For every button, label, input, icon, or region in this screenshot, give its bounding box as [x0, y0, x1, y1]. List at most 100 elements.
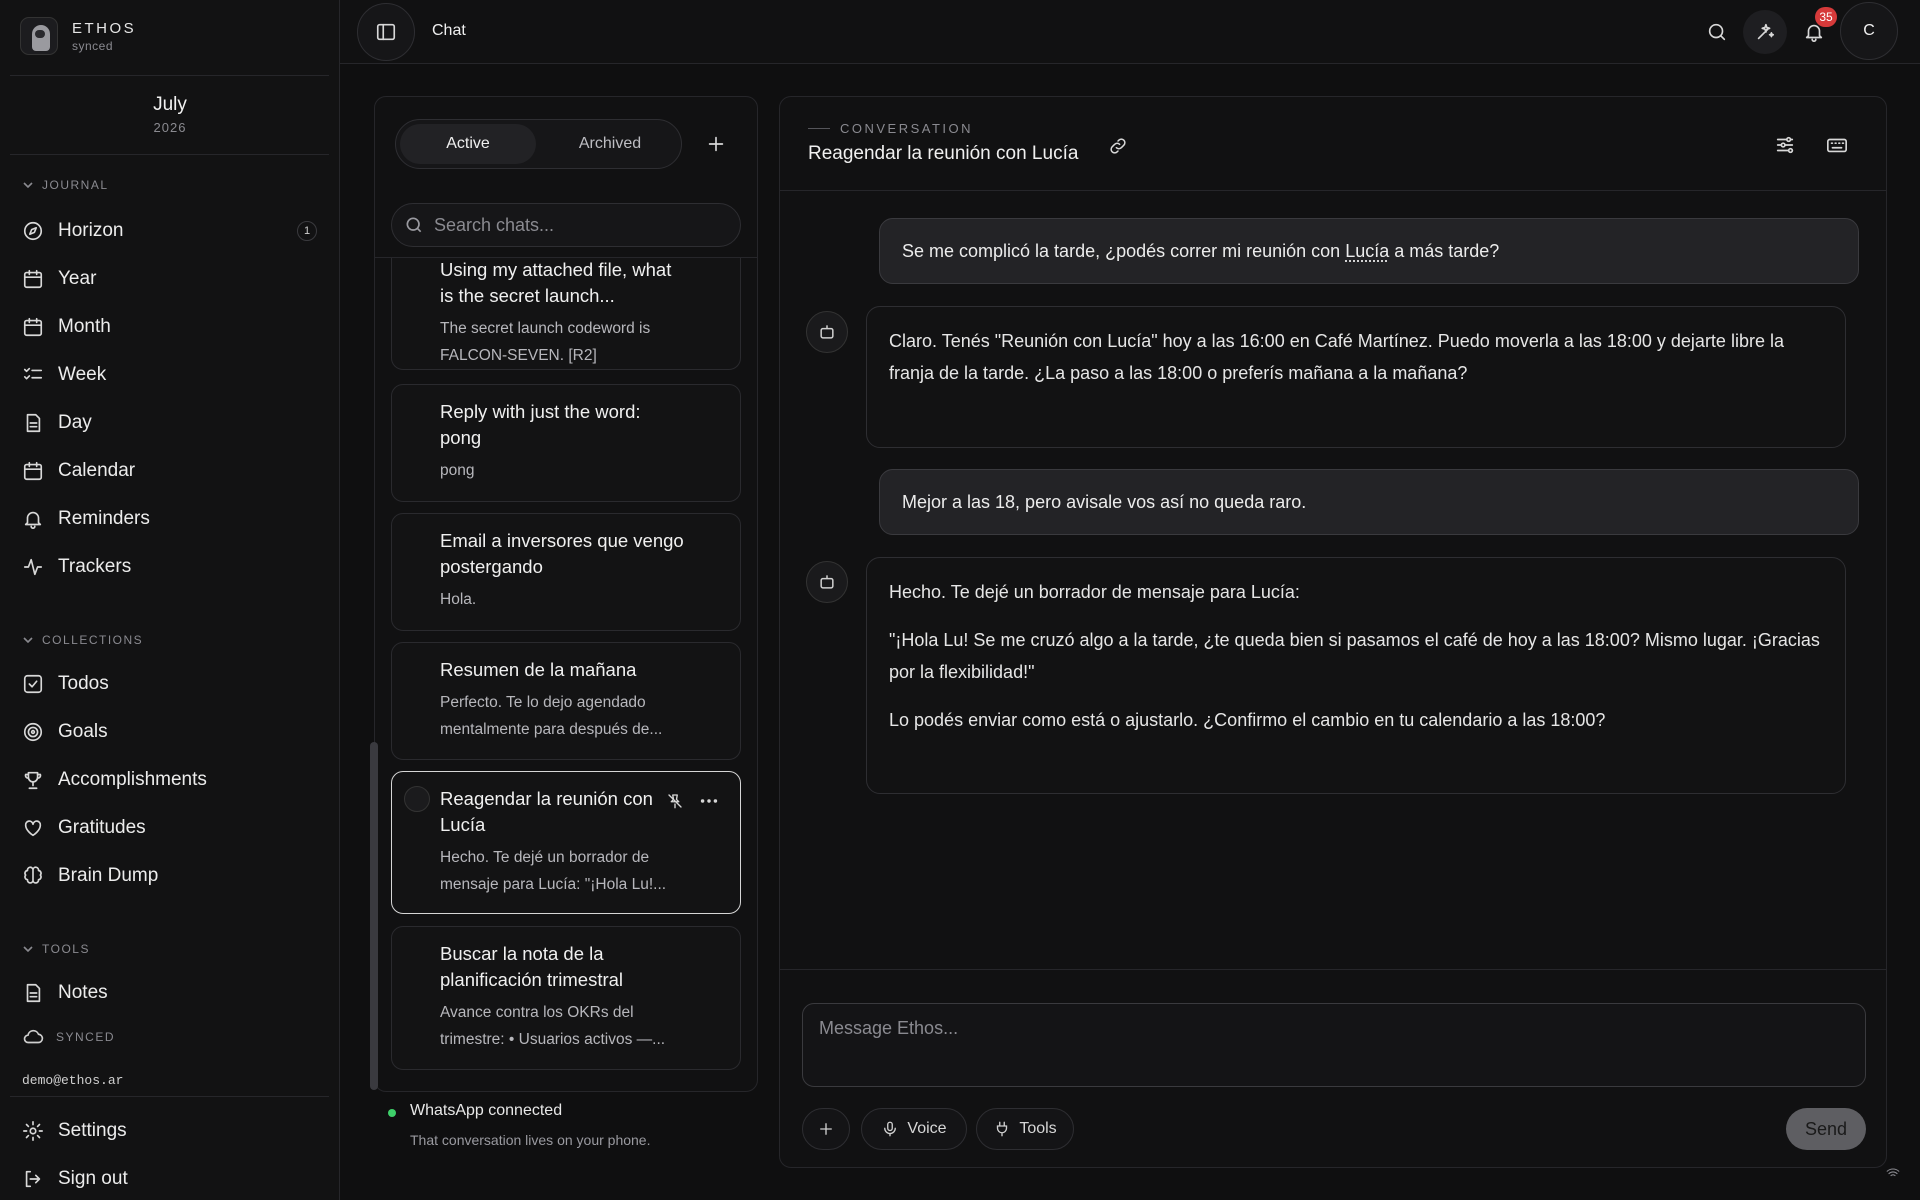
section-tools[interactable]: TOOLS [22, 942, 90, 956]
chat-title: Resumen de la mañana [440, 659, 637, 680]
nav-reminders[interactable]: Reminders [22, 502, 319, 536]
copy-link-button[interactable] [1105, 133, 1131, 159]
nav-horizon[interactable]: Horizon 1 [22, 214, 319, 248]
assistant-message: Claro. Tenés "Reunión con Lucía" hoy a l… [866, 306, 1846, 448]
ai-assist-button[interactable] [1743, 10, 1787, 54]
nav-trackers[interactable]: Trackers [22, 550, 319, 584]
eyebrow-label: CONVERSATION [840, 121, 974, 136]
assistant-message: Hecho. Te dejé un borrador de mensaje pa… [866, 557, 1846, 794]
cloud-icon [23, 1029, 44, 1044]
nav-notes[interactable]: Notes [22, 976, 319, 1010]
chat-title: Reply with just the word: pong [440, 401, 641, 448]
chat-list-item-selected[interactable]: Reagendar la reunión con Lucía Hecho. Te… [391, 771, 741, 914]
brand[interactable]: ETHOS synced [20, 17, 136, 55]
bell-icon [24, 511, 42, 529]
keyboard-icon [1827, 138, 1847, 153]
wifi-icon [1886, 1166, 1900, 1180]
nav-gratitudes[interactable]: Gratitudes [22, 811, 319, 845]
select-chat-checkbox[interactable] [404, 786, 430, 812]
nav-label: Sign out [58, 1168, 128, 1189]
search-button[interactable] [1703, 20, 1731, 44]
sliders-icon [1776, 136, 1794, 154]
chat-list-item[interactable]: Using my attached file, what is the secr… [391, 258, 741, 370]
section-journal[interactable]: JOURNAL [22, 178, 109, 192]
user-avatar[interactable]: C [1840, 2, 1898, 60]
sidebar: ETHOS synced July 2026 JOURNAL Horizon 1… [0, 0, 340, 1200]
chat-title: Buscar la nota de la planificación trime… [440, 943, 624, 990]
plus-icon [708, 136, 724, 152]
nav-label: Goals [58, 721, 108, 742]
section-tools-label: TOOLS [42, 942, 90, 956]
brain-icon [24, 866, 42, 884]
nav-todos[interactable]: Todos [22, 667, 319, 701]
chat-list-item[interactable]: Resumen de la mañana Perfecto. Te lo dej… [391, 642, 741, 760]
calendar-icon [23, 317, 43, 337]
message-paragraph: Claro. Tenés "Reunión con Lucía" hoy a l… [889, 331, 1784, 383]
nav-label: Year [58, 268, 97, 289]
document-icon [26, 983, 41, 1003]
compass-icon [23, 221, 43, 241]
divider [780, 969, 1886, 970]
nav-label: Settings [58, 1120, 127, 1141]
send-button[interactable]: Send [1786, 1108, 1866, 1150]
nav-label: Horizon [58, 220, 124, 241]
more-options-button[interactable] [696, 790, 722, 812]
chevron-down-icon [23, 637, 33, 644]
conversation-title: Reagendar la reunión con Lucía [808, 143, 1079, 164]
tools-label: Tools [1019, 1120, 1057, 1137]
chat-list-panel: Active Archived Using my attached file, … [374, 96, 758, 1092]
nav-year[interactable]: Year [22, 262, 319, 296]
nav-label: Week [58, 364, 107, 385]
search-icon [1708, 23, 1726, 41]
assistant-avatar [806, 561, 848, 603]
current-month[interactable]: July [0, 94, 340, 116]
voice-button[interactable]: Voice [861, 1108, 967, 1150]
connected-dot [388, 1109, 396, 1117]
chat-list-item[interactable]: Email a inversores que vengo postergando… [391, 513, 741, 631]
assistant-avatar [806, 311, 848, 353]
nav-week[interactable]: Week [22, 358, 319, 392]
new-chat-button[interactable] [701, 129, 731, 159]
message-text: Mejor a las 18, pero avisale vos así no … [902, 491, 1307, 512]
tab-archived[interactable]: Archived [542, 124, 678, 164]
chat-list-scrollbar[interactable] [370, 742, 378, 1090]
chat-tabs: Active Archived [395, 119, 682, 169]
settings-button[interactable]: Settings [22, 1114, 319, 1148]
brand-name: ETHOS [72, 19, 137, 37]
message-text: Se me complicó la tarde, ¿podés correr m… [902, 241, 1499, 262]
attach-button[interactable] [802, 1108, 850, 1150]
keyboard-shortcuts-button[interactable] [1822, 131, 1852, 159]
message-input[interactable] [802, 1003, 1866, 1087]
toggle-sidebar-button[interactable] [357, 3, 415, 61]
nav-goals[interactable]: Goals [22, 715, 319, 749]
message-text-start: Se me complicó la tarde, ¿podés correr m… [902, 240, 1346, 261]
chat-list-item[interactable]: Reply with just the word: pong pong [391, 384, 741, 502]
nav-brain-dump[interactable]: Brain Dump [22, 859, 319, 893]
chat-title: Using my attached file, what is the secr… [440, 259, 672, 306]
nav-accomplishments[interactable]: Accomplishments [22, 763, 319, 797]
unpin-button[interactable] [664, 790, 686, 812]
chat-search-input[interactable] [434, 214, 714, 236]
chat-search [391, 203, 741, 247]
tools-button[interactable]: Tools [976, 1108, 1074, 1150]
message-paragraph: "¡Hola Lu! Se me cruzó algo a la tarde, … [889, 630, 1820, 682]
chat-list-item[interactable]: Buscar la nota de la planificación trime… [391, 926, 741, 1070]
section-collections[interactable]: COLLECTIONS [22, 633, 143, 647]
message-paragraph: Lo podés enviar como está o ajustarlo. ¿… [889, 710, 1606, 730]
chat-preview: Hecho. Te dejé un borrador de mensaje pa… [440, 849, 667, 893]
nav-day[interactable]: Day [22, 406, 319, 440]
sign-out-button[interactable]: Sign out [22, 1162, 319, 1196]
top-bar: Chat [340, 0, 1920, 64]
tab-active[interactable]: Active [400, 124, 536, 164]
link-icon [1110, 138, 1126, 154]
contact-mention[interactable]: Lucía [1345, 241, 1389, 261]
conversation-settings-button[interactable] [1770, 131, 1800, 159]
chat-title: Reagendar la reunión con Lucía [440, 788, 653, 835]
nav-calendar[interactable]: Calendar [22, 454, 319, 488]
count-badge: 1 [297, 221, 317, 241]
nav-label: Calendar [58, 460, 136, 481]
eyebrow-line [808, 128, 830, 129]
nav-month[interactable]: Month [22, 310, 319, 344]
message-paragraph: Hecho. Te dejé un borrador de mensaje pa… [889, 582, 1300, 602]
activity-icon [23, 558, 43, 576]
